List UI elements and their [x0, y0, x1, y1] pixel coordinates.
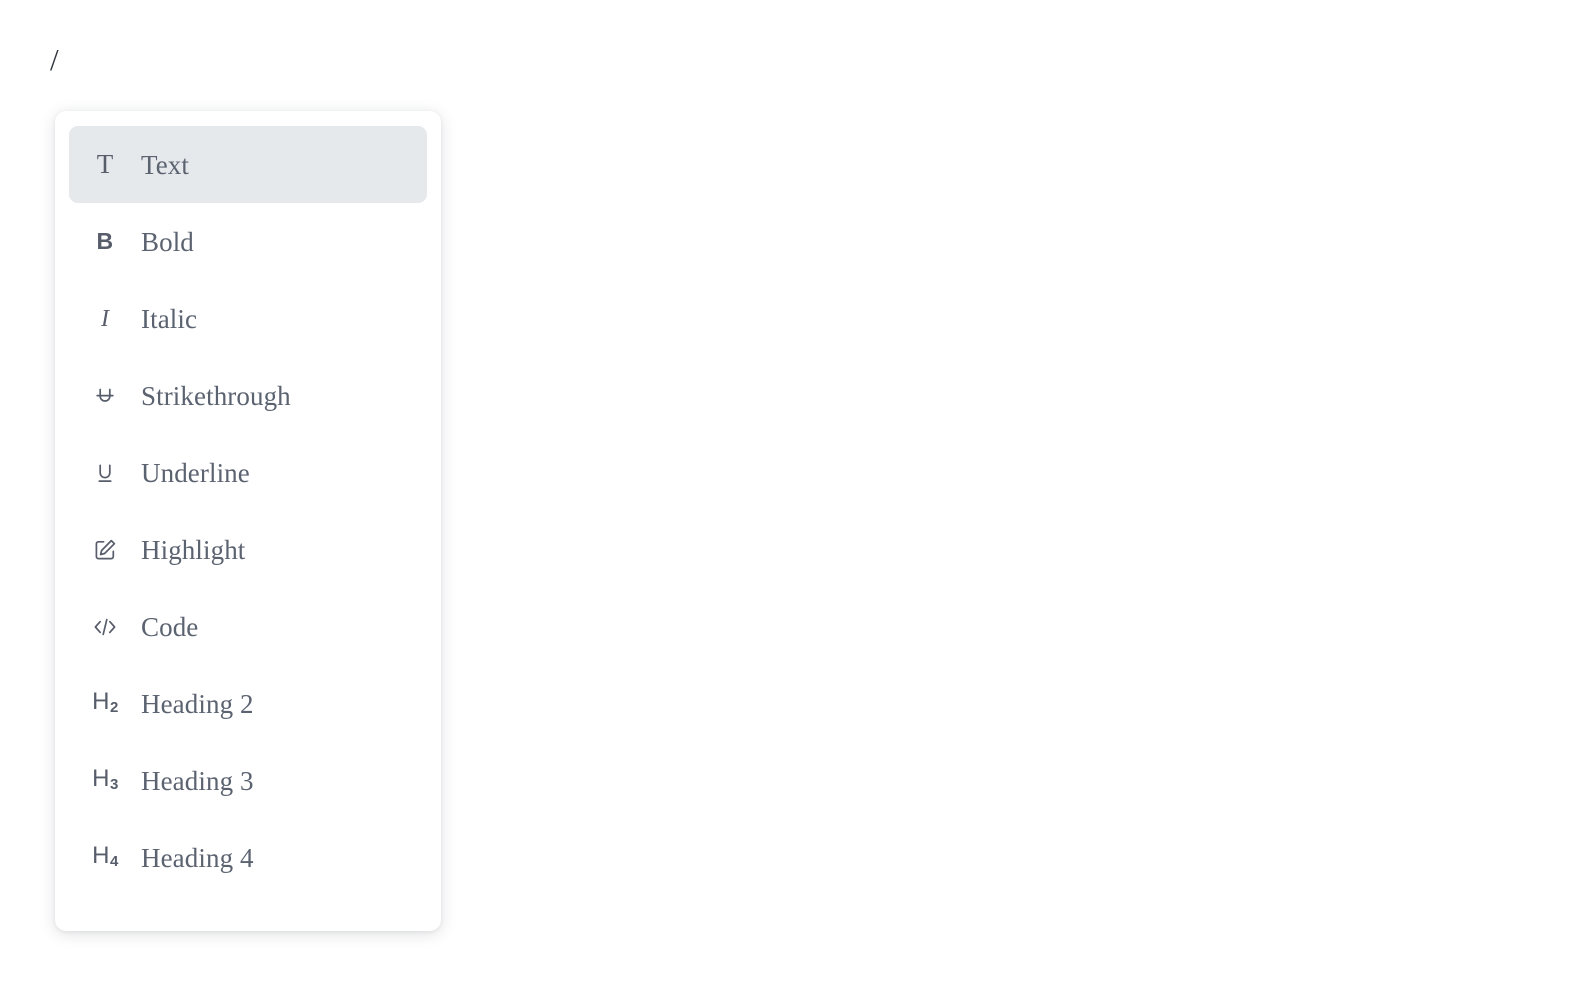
menu-item-label: Underline — [141, 457, 250, 488]
slash-command-menu: T Text B Bold I Italic Strikethrough Und… — [55, 111, 441, 931]
heading-3-icon: H3 — [92, 765, 119, 794]
menu-item-italic[interactable]: I Italic — [69, 280, 427, 357]
menu-item-label: Heading 3 — [141, 765, 254, 796]
menu-item-label: Highlight — [141, 534, 246, 565]
menu-item-highlight[interactable]: Highlight — [69, 511, 427, 588]
menu-item-heading-2[interactable]: H2 Heading 2 — [69, 665, 427, 742]
text-t-icon: T — [96, 149, 114, 179]
highlight-pencil-square-icon — [69, 537, 141, 563]
heading-2-icon: H2 — [92, 688, 119, 717]
menu-item-label: Text — [141, 149, 189, 180]
menu-item-code[interactable]: Code — [69, 588, 427, 665]
code-angle-brackets-icon — [69, 615, 141, 639]
italic-i-icon: I — [101, 305, 109, 332]
menu-item-bold[interactable]: B Bold — [69, 203, 427, 280]
menu-item-label: Bold — [141, 226, 194, 257]
bold-b-icon: B — [96, 228, 114, 254]
menu-item-label: Heading 2 — [141, 688, 254, 719]
menu-item-heading-4[interactable]: H4 Heading 4 — [69, 819, 427, 896]
menu-item-label: Code — [141, 611, 199, 642]
menu-item-label: Heading 4 — [141, 842, 254, 873]
editor-slash-command-text[interactable]: / — [50, 40, 59, 80]
menu-item-heading-3[interactable]: H3 Heading 3 — [69, 742, 427, 819]
strikethrough-u-icon — [69, 383, 141, 409]
menu-item-label: Strikethrough — [141, 380, 291, 411]
menu-item-underline[interactable]: Underline — [69, 434, 427, 511]
underline-u-icon — [69, 460, 141, 486]
menu-item-text[interactable]: T Text — [69, 126, 427, 203]
heading-4-icon: H4 — [92, 842, 119, 871]
menu-item-label: Italic — [141, 303, 198, 334]
menu-item-strikethrough[interactable]: Strikethrough — [69, 357, 427, 434]
slash-command-menu-list: T Text B Bold I Italic Strikethrough Und… — [69, 126, 427, 896]
